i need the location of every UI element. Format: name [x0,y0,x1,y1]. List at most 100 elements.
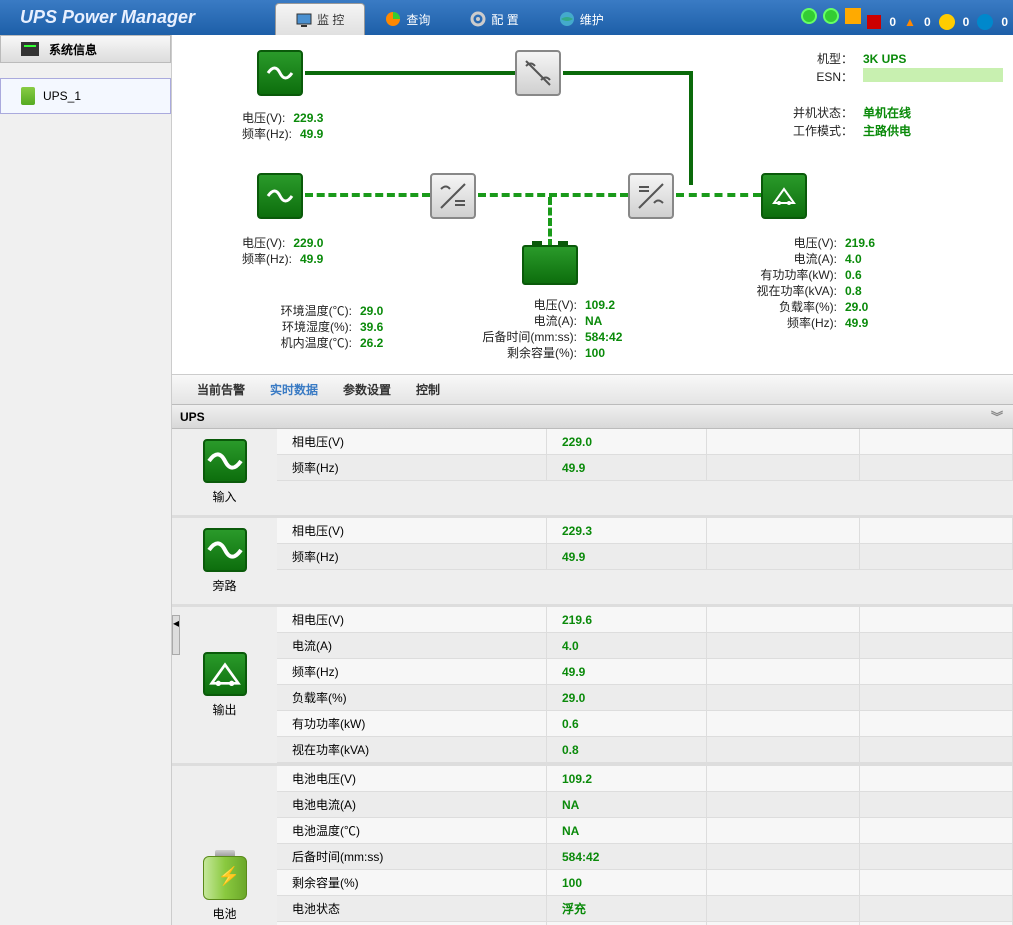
param-value: 100 [547,870,707,895]
ups-icon [21,87,35,105]
logout-icon[interactable] [845,8,861,24]
tab-config[interactable]: 配 置 [450,3,538,35]
main-tabs: 监 控 查询 配 置 维护 [275,0,624,35]
group-rows: 相电压(V)229.3频率(Hz)49.9 [277,518,1013,604]
param-name: 相电压(V) [277,429,547,454]
param-name: 后备时间(mm:ss) [277,844,547,869]
battery-icon: ⚡ [203,844,247,900]
tab-maintain[interactable]: 维护 [539,3,624,35]
table-row: 负载率(%)29.0 [277,685,1013,711]
chat-icon[interactable] [823,8,839,24]
group-title: 输出 [212,701,236,718]
data-table-area: 输入相电压(V)229.0频率(Hz)49.9旁路相电压(V)229.3频率(H… [172,429,1013,925]
table-row: 电池温度(℃)NA [277,818,1013,844]
table-row: 频率(Hz)49.9 [277,659,1013,685]
param-value: 0.6 [547,711,707,736]
battery-readings: 电压(V):109.2 电流(A):NA 后备时间(mm:ss):584:42 … [477,297,622,361]
subtab-control[interactable]: 控制 [416,381,440,398]
section-header[interactable]: UPS ︾ [172,405,1013,429]
sidebar-header[interactable]: 系统信息 [0,35,171,63]
dc-line [478,193,628,197]
group-title: 输入 [212,488,236,505]
param-value: 109.2 [547,766,707,791]
tab-query[interactable]: 查询 [365,3,450,35]
app-logo: UPS Power Manager [0,7,275,28]
esn-redacted [863,68,1003,82]
out-line [676,193,761,197]
table-row: 剩余容量(%)100 [277,870,1013,896]
content-area: ◂ 电压(V):229.3 频率(Hz):49.9 电压(V):229.0 [172,35,1013,925]
input-line [305,193,430,197]
table-row: 有功功率(kW)0.6 [277,711,1013,737]
input-readings: 电压(V):229.0 频率(Hz):49.9 [242,235,323,267]
tab-monitor[interactable]: 监 控 [275,3,365,35]
alarm-status: 0 ▲0 0 0 [867,14,1008,30]
bypass-line2 [563,71,693,75]
param-value: 0.8 [547,737,707,762]
group-icon: ⚡电池 [172,766,277,925]
param-value: 49.9 [547,544,707,569]
device-info: 机型：3K UPS ESN： 并机状态：单机在线 工作模式：主路供电 [793,50,1003,140]
table-row: 频率(Hz)49.9 [277,544,1013,570]
group-输出: 输出 相电压(V)219.6电流(A)4.0频率(Hz)49.9负载率(%)29.… [172,607,1013,766]
warn-icon: ▲ [904,15,916,29]
minor-icon [939,14,955,30]
table-row: 后备时间(mm:ss)584:42 [277,844,1013,870]
subtab-alarm[interactable]: 当前告警 [197,381,245,398]
param-name: 电池电压(V) [277,766,547,791]
param-name: 视在功率(kVA) [277,737,547,762]
batt-line [548,197,552,247]
gear-icon [470,11,486,27]
param-value: 229.0 [547,429,707,454]
param-name: 负载率(%) [277,685,547,710]
critical-icon [867,15,881,29]
chevron-down-icon: ︾ [991,408,1003,425]
env-readings: 环境温度(℃):29.0 环境湿度(%):39.6 机内温度(℃):26.2 [272,303,383,351]
group-icon: 输入 [172,429,277,515]
param-value: 584:42 [547,844,707,869]
table-row: 电池状态浮充 [277,896,1013,922]
param-name: 电池状态 [277,896,547,921]
header-right: 0 ▲0 0 0 [801,2,1008,30]
param-value: 49.9 [547,659,707,684]
table-row: 电流(A)4.0 [277,633,1013,659]
app-header: UPS Power Manager 监 控 查询 配 置 维护 0 ▲0 0 0 [0,0,1013,35]
load-icon [203,652,247,696]
table-row: 频率(Hz)49.9 [277,455,1013,481]
sub-tabs: 当前告警 实时数据 参数设置 控制 [172,375,1013,405]
sidebar-toggle[interactable]: ◂ [172,615,180,655]
subtab-param[interactable]: 参数设置 [343,381,391,398]
table-row: 相电压(V)229.3 [277,518,1013,544]
param-name: 相电压(V) [277,518,547,543]
sine-icon [203,528,247,572]
param-name: 有功功率(kW) [277,711,547,736]
group-rows: 相电压(V)219.6电流(A)4.0频率(Hz)49.9负载率(%)29.0有… [277,607,1013,763]
param-name: 电池温度(℃) [277,818,547,843]
group-title: 旁路 [212,577,236,594]
battery-block [522,245,578,285]
pie-icon [385,11,401,27]
param-value: 29.0 [547,685,707,710]
sine-icon [203,439,247,483]
group-旁路: 旁路 相电压(V)229.3频率(Hz)49.9 [172,518,1013,607]
bypass-switch-block [515,50,561,96]
param-value: 219.6 [547,607,707,632]
param-name: 电池电流(A) [277,792,547,817]
table-row: 视在功率(kVA)0.8 [277,737,1013,763]
table-row: 电池电压(V)109.2 [277,766,1013,792]
load-block [761,173,807,219]
input-source-block [257,173,303,219]
group-rows: 相电压(V)229.0频率(Hz)49.9 [277,429,1013,515]
group-输入: 输入 相电压(V)229.0频率(Hz)49.9 [172,429,1013,518]
globe-icon [559,11,575,27]
subtab-realtime[interactable]: 实时数据 [270,381,318,398]
help-icon[interactable] [801,8,817,24]
sidebar-item-ups1[interactable]: UPS_1 [0,78,171,114]
rectifier-block [430,173,476,219]
param-value: NA [547,792,707,817]
param-value: NA [547,818,707,843]
param-value: 4.0 [547,633,707,658]
output-readings: 电压(V):219.6 电流(A):4.0 有功功率(kW):0.6 视在功率(… [747,235,875,331]
param-value: 229.3 [547,518,707,543]
bypass-down [689,71,693,185]
